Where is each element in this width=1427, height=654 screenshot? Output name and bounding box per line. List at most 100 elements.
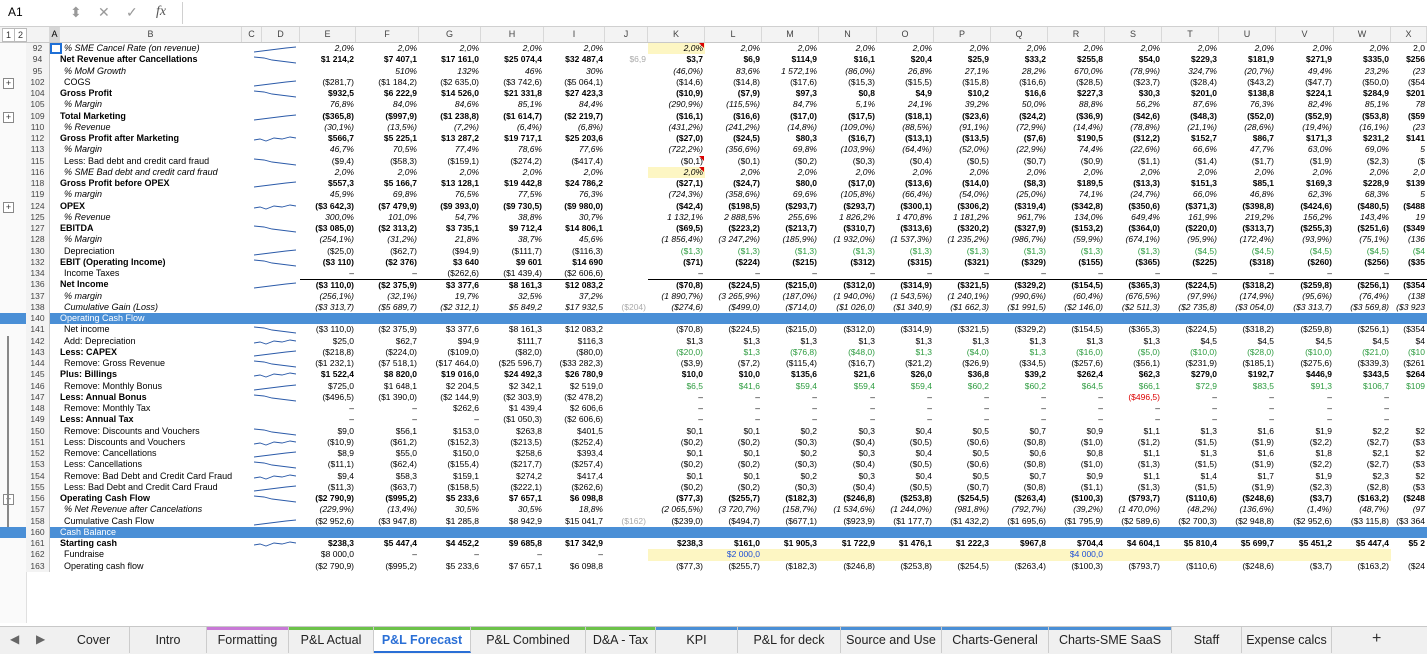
cell-u[interactable]: $4,5 [1219, 336, 1276, 347]
cell-i[interactable]: $401,5 [544, 426, 605, 437]
cell-v[interactable]: 2,0% [1276, 167, 1334, 178]
cell-h[interactable]: $8 942,9 [481, 516, 544, 527]
cell-v[interactable]: ($259,8) [1276, 324, 1334, 335]
cell-n[interactable]: ($0,4) [819, 482, 877, 493]
column-header-p[interactable]: P [934, 27, 991, 42]
cell-q[interactable]: (792,7%) [991, 504, 1048, 515]
cell-m[interactable]: – [762, 403, 819, 414]
cell-r[interactable]: $0,9 [1048, 471, 1105, 482]
cell-r[interactable]: 88,8% [1048, 99, 1105, 110]
cell-r[interactable]: ($153,2) [1048, 223, 1105, 234]
cell-p[interactable]: (1 235,2%) [934, 234, 991, 245]
cell-o[interactable]: ($1,3) [877, 246, 934, 257]
cell-e[interactable]: ($3 642,3) [300, 201, 356, 212]
cell-s[interactable]: ($42,6) [1105, 111, 1162, 122]
cell-v[interactable]: ($3,7) [1276, 493, 1334, 504]
cell-j[interactable] [605, 403, 648, 414]
cell-o[interactable]: – [877, 392, 934, 403]
cell-h[interactable]: 46% [481, 66, 544, 77]
cell-u[interactable]: ($318,2) [1219, 324, 1276, 335]
cell-q[interactable]: $39,2 [991, 369, 1048, 380]
cell-x[interactable] [1391, 268, 1427, 279]
cell-r[interactable]: 670,0% [1048, 66, 1105, 77]
cell-q[interactable]: ($329,2) [991, 324, 1048, 335]
cell-i[interactable]: ($5 064,1) [544, 77, 605, 88]
cell-s[interactable]: ($365,3) [1105, 324, 1162, 335]
cell-h[interactable]: $8 161,3 [481, 279, 544, 290]
cell-r[interactable]: ($1,0) [1048, 437, 1105, 448]
cell-x[interactable]: ($10 [1391, 347, 1427, 358]
cell-w[interactable]: $2,3 [1334, 471, 1391, 482]
cell-o[interactable]: ($314,9) [877, 279, 934, 290]
column-header-f[interactable]: F [356, 27, 419, 42]
cell-t[interactable]: ($1,5) [1162, 459, 1219, 470]
cell-s[interactable]: 56,2% [1105, 99, 1162, 110]
cell-n[interactable]: ($0,4) [819, 459, 877, 470]
cell-j[interactable] [605, 426, 648, 437]
row-label[interactable]: Remove: Gross Revenue [60, 358, 254, 369]
cell-t[interactable]: $279,0 [1162, 369, 1219, 380]
cell-n[interactable]: ($312,0) [819, 279, 877, 290]
cell-o[interactable]: ($0,5) [877, 437, 934, 448]
cell-w[interactable]: – [1334, 268, 1391, 279]
row-label[interactable]: EBIT (Operating Income) [60, 257, 250, 268]
cell-i[interactable]: 77,6% [544, 144, 605, 155]
cell-m[interactable]: 2,0% [762, 43, 819, 54]
cell-u[interactable]: (28,6%) [1219, 122, 1276, 133]
cell-p[interactable]: – [934, 403, 991, 414]
cell-m[interactable]: $1,3 [762, 336, 819, 347]
cell-l[interactable]: (356,6%) [705, 144, 762, 155]
cell-l[interactable]: (241,2%) [705, 122, 762, 133]
row-label[interactable]: % MoM Growth [60, 66, 254, 77]
cell-x[interactable]: (138 [1391, 291, 1427, 302]
cell-o[interactable]: ($13,6) [877, 178, 934, 189]
cell-l[interactable]: – [705, 403, 762, 414]
cell-p[interactable]: 39,2% [934, 99, 991, 110]
row-number[interactable]: 113 [26, 144, 50, 156]
cell-o[interactable]: (1 543,5%) [877, 291, 934, 302]
cell-f[interactable]: ($995,2) [356, 561, 419, 572]
cell-v[interactable]: $5 451,2 [1276, 538, 1334, 549]
cell-v[interactable]: ($255,3) [1276, 223, 1334, 234]
cell-u[interactable]: $5 699,7 [1219, 538, 1276, 549]
cell-u[interactable]: ($185,1) [1219, 358, 1276, 369]
cell-v[interactable]: (95,6%) [1276, 291, 1334, 302]
row-number[interactable]: 158 [26, 515, 50, 527]
cell-r[interactable]: ($154,5) [1048, 324, 1105, 335]
cell-o[interactable]: $20,4 [877, 54, 934, 65]
cell-q[interactable] [991, 549, 1048, 561]
cell-q[interactable]: ($263,4) [991, 493, 1048, 504]
cell-j[interactable] [605, 178, 648, 189]
confirm-icon[interactable]: ✓ [126, 3, 138, 21]
cell-i[interactable]: 2,0% [544, 43, 605, 54]
cell-f[interactable]: ($5 689,7) [356, 302, 419, 313]
cell-k[interactable]: ($20,0) [648, 347, 705, 358]
cell-l[interactable]: (3 720,7%) [705, 504, 762, 515]
cell-o[interactable]: – [877, 403, 934, 414]
cell-r[interactable]: $262,4 [1048, 369, 1105, 380]
cell-l[interactable]: ($24,5) [705, 133, 762, 144]
cell-x[interactable]: ($24 [1391, 561, 1427, 572]
cell-n[interactable]: ($246,8) [819, 493, 877, 504]
cell-t[interactable]: $229,3 [1162, 54, 1219, 65]
sheet-tab[interactable]: Staff [1172, 627, 1242, 653]
cell-e[interactable]: $725,0 [300, 381, 356, 392]
cell-k[interactable]: ($0,1) [648, 156, 705, 167]
row-number[interactable]: 132 [26, 256, 50, 268]
column-header-j[interactable]: J [605, 27, 648, 42]
cell-k[interactable]: $1,3 [648, 336, 705, 347]
cell-k[interactable]: $6,5 [648, 381, 705, 392]
cell-f[interactable]: ($7 518,1) [356, 358, 419, 369]
cell-e[interactable]: ($218,8) [300, 347, 356, 358]
row-label[interactable]: % Revenue [60, 212, 254, 223]
cell-h[interactable]: ($111,7) [481, 246, 544, 257]
cell-l[interactable]: 83,6% [705, 66, 762, 77]
cell-k[interactable]: (2 065,5%) [648, 504, 705, 515]
cell-f[interactable]: 510% [356, 66, 419, 77]
cell-n[interactable]: ($246,8) [819, 561, 877, 572]
cell-p[interactable]: $25,9 [934, 54, 991, 65]
cell-o[interactable]: $0,4 [877, 448, 934, 459]
cell-l[interactable]: ($0,2) [705, 459, 762, 470]
cell-o[interactable] [877, 549, 934, 561]
cell-g[interactable]: $159,1 [419, 471, 481, 482]
